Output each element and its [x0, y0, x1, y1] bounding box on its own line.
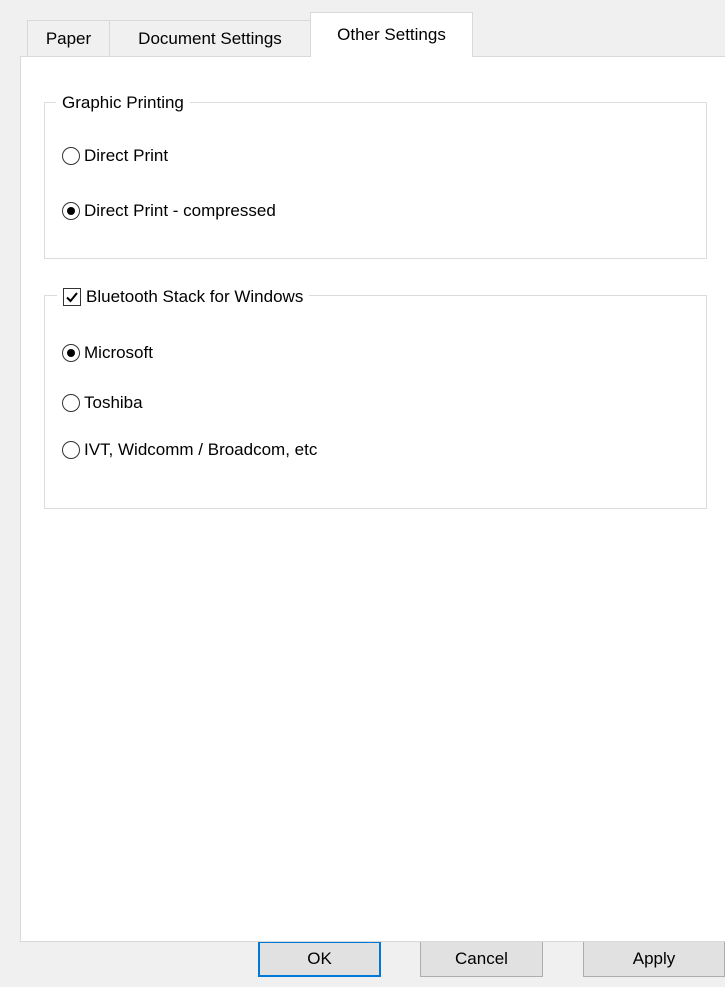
tab-other-settings[interactable]: Other Settings: [310, 12, 473, 57]
cancel-button[interactable]: Cancel: [420, 941, 543, 977]
ok-button-label: OK: [307, 949, 332, 968]
tab-document-settings[interactable]: Document Settings: [109, 20, 311, 56]
graphic-printing-legend-label: Graphic Printing: [62, 93, 184, 112]
radio-microsoft-circle[interactable]: [62, 344, 80, 362]
tab-panel-other-settings: Graphic Printing Direct Print Direct Pri…: [20, 56, 725, 942]
radio-toshiba-circle[interactable]: [62, 394, 80, 412]
radio-microsoft[interactable]: Microsoft: [62, 341, 153, 365]
tab-other-settings-label: Other Settings: [337, 25, 446, 44]
tab-paper[interactable]: Paper: [27, 20, 110, 56]
tab-paper-label: Paper: [45, 28, 92, 48]
radio-toshiba[interactable]: Toshiba: [62, 391, 143, 415]
tab-document-settings-label: Document Settings: [138, 28, 282, 48]
apply-button[interactable]: Apply: [583, 941, 725, 977]
cancel-button-label: Cancel: [455, 949, 508, 968]
radio-ivt-widcomm-broadcom-circle[interactable]: [62, 441, 80, 459]
bluetooth-stack-group: [44, 295, 707, 509]
bluetooth-stack-legend[interactable]: Bluetooth Stack for Windows: [57, 284, 310, 310]
ok-button[interactable]: OK: [258, 941, 381, 977]
bluetooth-stack-checkbox[interactable]: [63, 288, 81, 306]
checkmark-icon: [66, 292, 78, 303]
radio-toshiba-label: Toshiba: [84, 393, 143, 412]
radio-ivt-widcomm-broadcom[interactable]: IVT, Widcomm / Broadcom, etc: [62, 438, 317, 462]
graphic-printing-legend: Graphic Printing: [56, 91, 190, 115]
radio-direct-print-compressed-circle[interactable]: [62, 202, 80, 220]
radio-direct-print-compressed-label: Direct Print - compressed: [84, 201, 276, 220]
radio-direct-print-label: Direct Print: [84, 146, 169, 165]
radio-direct-print-compressed[interactable]: Direct Print - compressed: [62, 199, 276, 223]
graphic-printing-group: [44, 102, 707, 259]
radio-ivt-widcomm-broadcom-label: IVT, Widcomm / Broadcom, etc: [84, 440, 318, 459]
apply-button-label: Apply: [632, 949, 676, 968]
radio-direct-print[interactable]: Direct Print: [62, 144, 168, 168]
bluetooth-stack-label: Bluetooth Stack for Windows: [86, 287, 304, 306]
radio-microsoft-label: Microsoft: [84, 343, 153, 362]
radio-direct-print-circle[interactable]: [62, 147, 80, 165]
